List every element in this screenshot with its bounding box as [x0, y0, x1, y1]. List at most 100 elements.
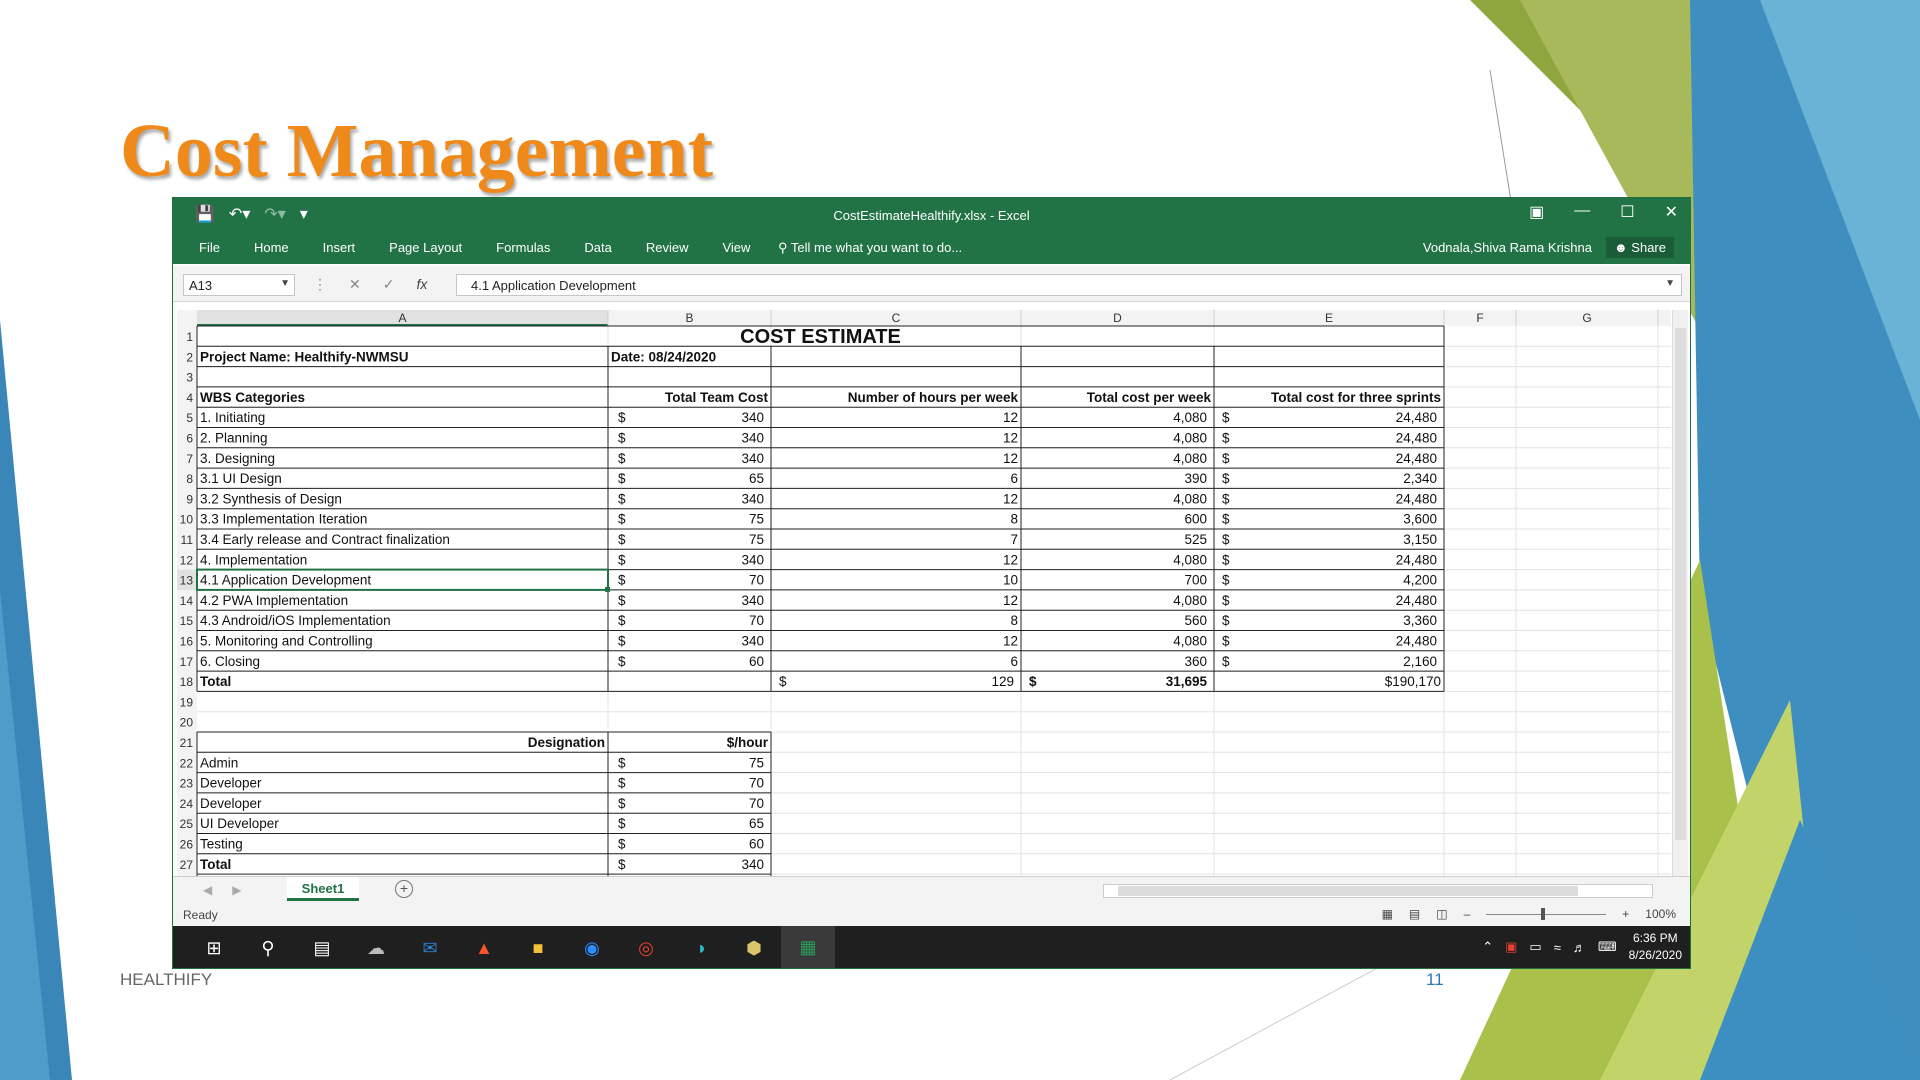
zoom-in-icon[interactable]: +: [1622, 907, 1629, 921]
start-icon[interactable]: ⊞: [187, 926, 241, 968]
row-header[interactable]: 5: [186, 411, 193, 425]
fill-handle[interactable]: [605, 586, 610, 592]
horizontal-scrollbar[interactable]: [1103, 884, 1653, 898]
row-header[interactable]: 24: [180, 797, 194, 811]
ribbon-tab-formulas[interactable]: Formulas: [496, 240, 550, 255]
ribbon-tab-data[interactable]: Data: [584, 240, 611, 255]
name-box[interactable]: A13 ▼: [183, 274, 295, 296]
zoom-slider[interactable]: [1486, 907, 1607, 920]
column-header-c[interactable]: C: [892, 311, 901, 325]
battery-icon[interactable]: ▭: [1529, 939, 1541, 955]
row-header[interactable]: 14: [180, 594, 194, 608]
ribbon-display-icon[interactable]: ▣: [1529, 202, 1544, 222]
vertical-scroll-thumb[interactable]: [1675, 328, 1686, 840]
close-icon[interactable]: ✕: [1665, 202, 1678, 222]
row-header[interactable]: 6: [186, 432, 193, 446]
ribbon-tab-review[interactable]: Review: [646, 240, 689, 255]
designation-name: Developer: [200, 796, 262, 811]
designation-name: Testing: [200, 837, 243, 852]
column-header-d[interactable]: D: [1113, 311, 1122, 325]
onedrive-icon[interactable]: ☁: [349, 926, 403, 968]
search-icon[interactable]: ⚲: [241, 926, 295, 968]
zoom-slider-thumb[interactable]: [1541, 907, 1546, 920]
page-break-view-icon[interactable]: ◫: [1436, 907, 1447, 921]
chevron-down-icon[interactable]: ▼: [280, 278, 290, 289]
row-header[interactable]: 2: [186, 350, 193, 364]
add-sheet-icon[interactable]: +: [395, 880, 413, 898]
row-header[interactable]: 12: [180, 553, 194, 567]
row-header[interactable]: 17: [180, 655, 194, 669]
sheet-tab[interactable]: Sheet1: [287, 877, 359, 901]
row-header[interactable]: 15: [180, 614, 194, 628]
vertical-scrollbar[interactable]: [1672, 310, 1688, 876]
excel-icon[interactable]: ▦: [781, 926, 835, 968]
row-header[interactable]: 10: [180, 513, 194, 527]
row-header[interactable]: 18: [180, 675, 194, 689]
row-header[interactable]: 3: [186, 371, 193, 385]
sheet-next-icon[interactable]: ▶: [232, 883, 241, 897]
row-header[interactable]: 9: [186, 492, 193, 506]
ribbon-tab-file[interactable]: File: [199, 240, 220, 255]
rate-header: $/hour: [727, 735, 769, 750]
file-explorer-icon[interactable]: ■: [511, 926, 565, 968]
normal-view-icon[interactable]: ▦: [1382, 907, 1393, 921]
formula-input[interactable]: 4.1 Application Development ▼: [456, 274, 1682, 296]
team-cost: 340: [741, 552, 764, 567]
enter-icon[interactable]: ✓: [383, 276, 395, 293]
tell-me-box[interactable]: ⚲ Tell me what you want to do...: [778, 240, 962, 256]
column-header-a[interactable]: A: [398, 311, 406, 325]
row-header[interactable]: 27: [180, 858, 194, 872]
show-hidden-icons-icon[interactable]: ⌃: [1482, 939, 1493, 955]
app-cube-icon[interactable]: ⬢: [727, 926, 781, 968]
row-header[interactable]: 23: [180, 777, 194, 791]
zoom-icon[interactable]: ◉: [565, 926, 619, 968]
row-header[interactable]: 13: [180, 574, 194, 588]
row-header[interactable]: 21: [180, 736, 194, 750]
ribbon-tab-view[interactable]: View: [722, 240, 750, 255]
share-button[interactable]: ☻ Share: [1606, 237, 1674, 258]
insert-function-icon[interactable]: fx: [416, 276, 427, 293]
row-header[interactable]: 25: [180, 817, 194, 831]
zoom-level[interactable]: 100%: [1645, 907, 1676, 921]
edge-icon[interactable]: ◑: [673, 926, 727, 968]
expand-formula-icon[interactable]: ▼: [1665, 278, 1675, 289]
row-header[interactable]: 4: [186, 391, 193, 405]
security-icon[interactable]: ▣: [1505, 939, 1517, 955]
row-header[interactable]: 11: [181, 533, 194, 547]
zoom-out-icon[interactable]: –: [1464, 907, 1471, 921]
chrome-icon[interactable]: ◎: [619, 926, 673, 968]
ribbon-tab-home[interactable]: Home: [254, 240, 289, 255]
maximize-icon[interactable]: ☐: [1620, 202, 1634, 222]
clock[interactable]: 6:36 PM 8/26/2020: [1629, 930, 1682, 964]
row-header[interactable]: 1: [186, 330, 193, 344]
brave-icon[interactable]: ▲: [457, 926, 511, 968]
wifi-icon[interactable]: ≈: [1554, 940, 1561, 955]
outlook-icon[interactable]: ✉: [403, 926, 457, 968]
row-header[interactable]: 7: [186, 452, 193, 466]
volume-icon[interactable]: ♬: [1573, 940, 1586, 955]
column-header-e[interactable]: E: [1325, 311, 1333, 325]
ribbon-tab-insert[interactable]: Insert: [323, 240, 356, 255]
row-header[interactable]: 8: [186, 472, 193, 486]
row-header[interactable]: 19: [180, 695, 194, 709]
row-header[interactable]: 26: [180, 838, 194, 852]
ribbon-tab-page-layout[interactable]: Page Layout: [389, 240, 462, 255]
row-header[interactable]: 20: [180, 716, 194, 730]
minimize-icon[interactable]: —: [1574, 202, 1590, 222]
row-header[interactable]: 16: [180, 635, 194, 649]
keyboard-icon[interactable]: ⌨: [1598, 939, 1617, 955]
column-header-b[interactable]: B: [685, 311, 693, 325]
task-view-icon[interactable]: ▤: [295, 926, 349, 968]
sheet-prev-icon[interactable]: ◀: [203, 883, 212, 897]
page-layout-view-icon[interactable]: ▤: [1409, 907, 1420, 921]
hours-per-week: 6: [1010, 471, 1018, 486]
worksheet-grid[interactable]: A B C D E F G123456789101112131415161718192021…: [177, 310, 1671, 876]
wbs-category: 5. Monitoring and Controlling: [200, 634, 373, 649]
user-name[interactable]: Vodnala,Shiva Rama Krishna: [1423, 240, 1592, 255]
column-header-f[interactable]: F: [1476, 311, 1483, 325]
column-header-g[interactable]: G: [1582, 311, 1591, 325]
horizontal-scroll-thumb[interactable]: [1118, 886, 1578, 896]
cancel-icon[interactable]: ✕: [349, 276, 361, 293]
slide-footer: HEALTHIFY: [120, 970, 213, 989]
row-header[interactable]: 22: [180, 756, 194, 770]
